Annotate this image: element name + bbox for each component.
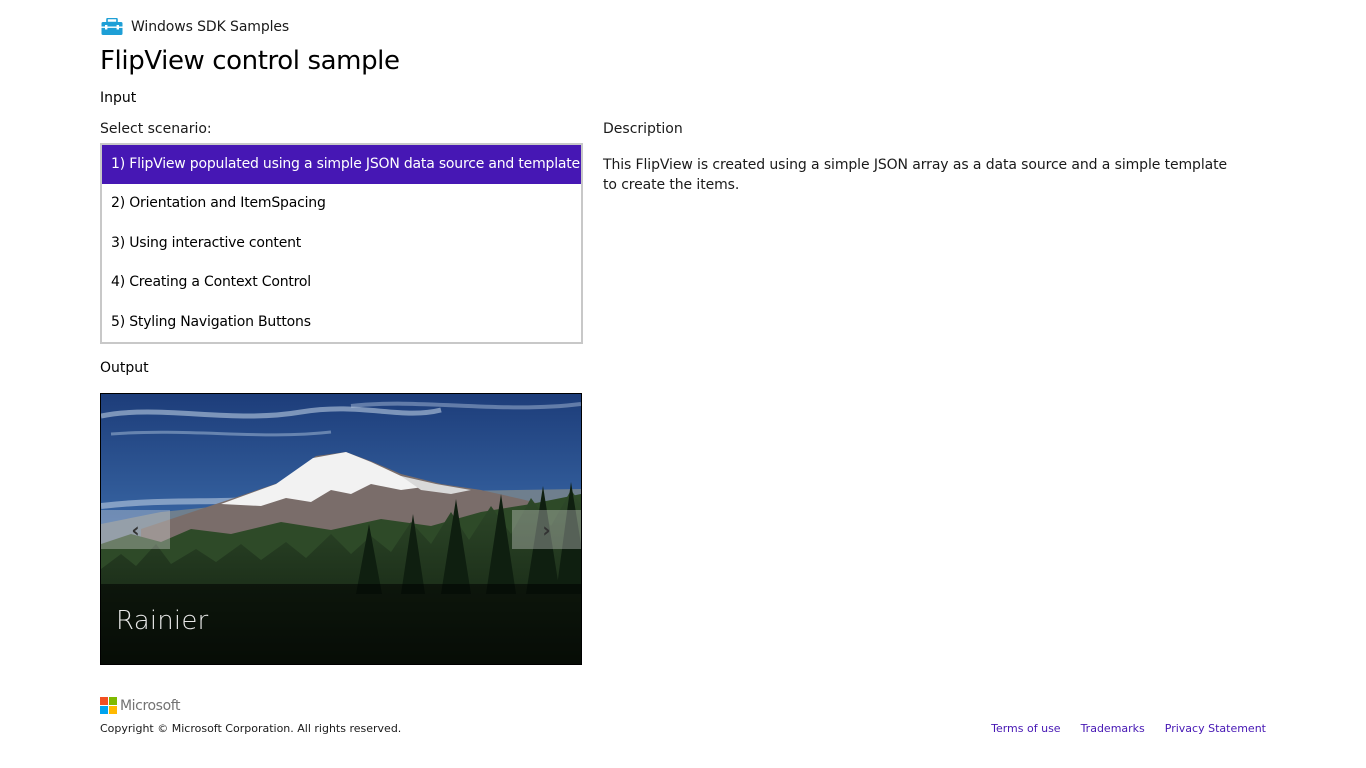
output-section-heading: Output (100, 360, 149, 376)
toolbox-icon (101, 18, 123, 35)
scenario-item-2[interactable]: 2) Orientation and ItemSpacing (102, 184, 581, 223)
flipview-next-button[interactable]: › (512, 510, 581, 549)
microsoft-logo-icon (100, 697, 117, 714)
trademarks-link[interactable]: Trademarks (1081, 722, 1145, 735)
page: Windows SDK Samples FlipView control sam… (0, 0, 1366, 768)
page-title: FlipView control sample (100, 46, 400, 76)
microsoft-logo: Microsoft (100, 697, 181, 714)
microsoft-logo-text: Microsoft (120, 697, 181, 714)
scenario-item-4[interactable]: 4) Creating a Context Control (102, 263, 581, 302)
chevron-right-icon: › (542, 517, 551, 542)
app-header: Windows SDK Samples (101, 18, 289, 36)
flipview-previous-button[interactable]: ‹ (101, 510, 170, 549)
select-scenario-label: Select scenario: (100, 121, 212, 137)
privacy-statement-link[interactable]: Privacy Statement (1165, 722, 1266, 735)
flipview-item-caption: Rainier (116, 606, 209, 636)
input-section-heading: Input (100, 90, 137, 106)
scenario-item-5[interactable]: 5) Styling Navigation Buttons (102, 303, 581, 342)
app-title: Windows SDK Samples (131, 19, 290, 35)
chevron-left-icon: ‹ (131, 517, 140, 542)
terms-of-use-link[interactable]: Terms of use (991, 722, 1060, 735)
scenario-item-3[interactable]: 3) Using interactive content (102, 224, 581, 263)
flipview[interactable]: ‹ › Rainier (100, 393, 582, 665)
footer-links: Terms of use Trademarks Privacy Statemen… (991, 722, 1266, 735)
scenario-item-1[interactable]: 1) FlipView populated using a simple JSO… (102, 145, 581, 185)
copyright-text: Copyright © Microsoft Corporation. All r… (100, 722, 402, 735)
description-text: This FlipView is created using a simple … (603, 157, 1227, 193)
description-label: Description (603, 121, 683, 137)
scenario-listbox[interactable]: 1) FlipView populated using a simple JSO… (100, 143, 583, 344)
